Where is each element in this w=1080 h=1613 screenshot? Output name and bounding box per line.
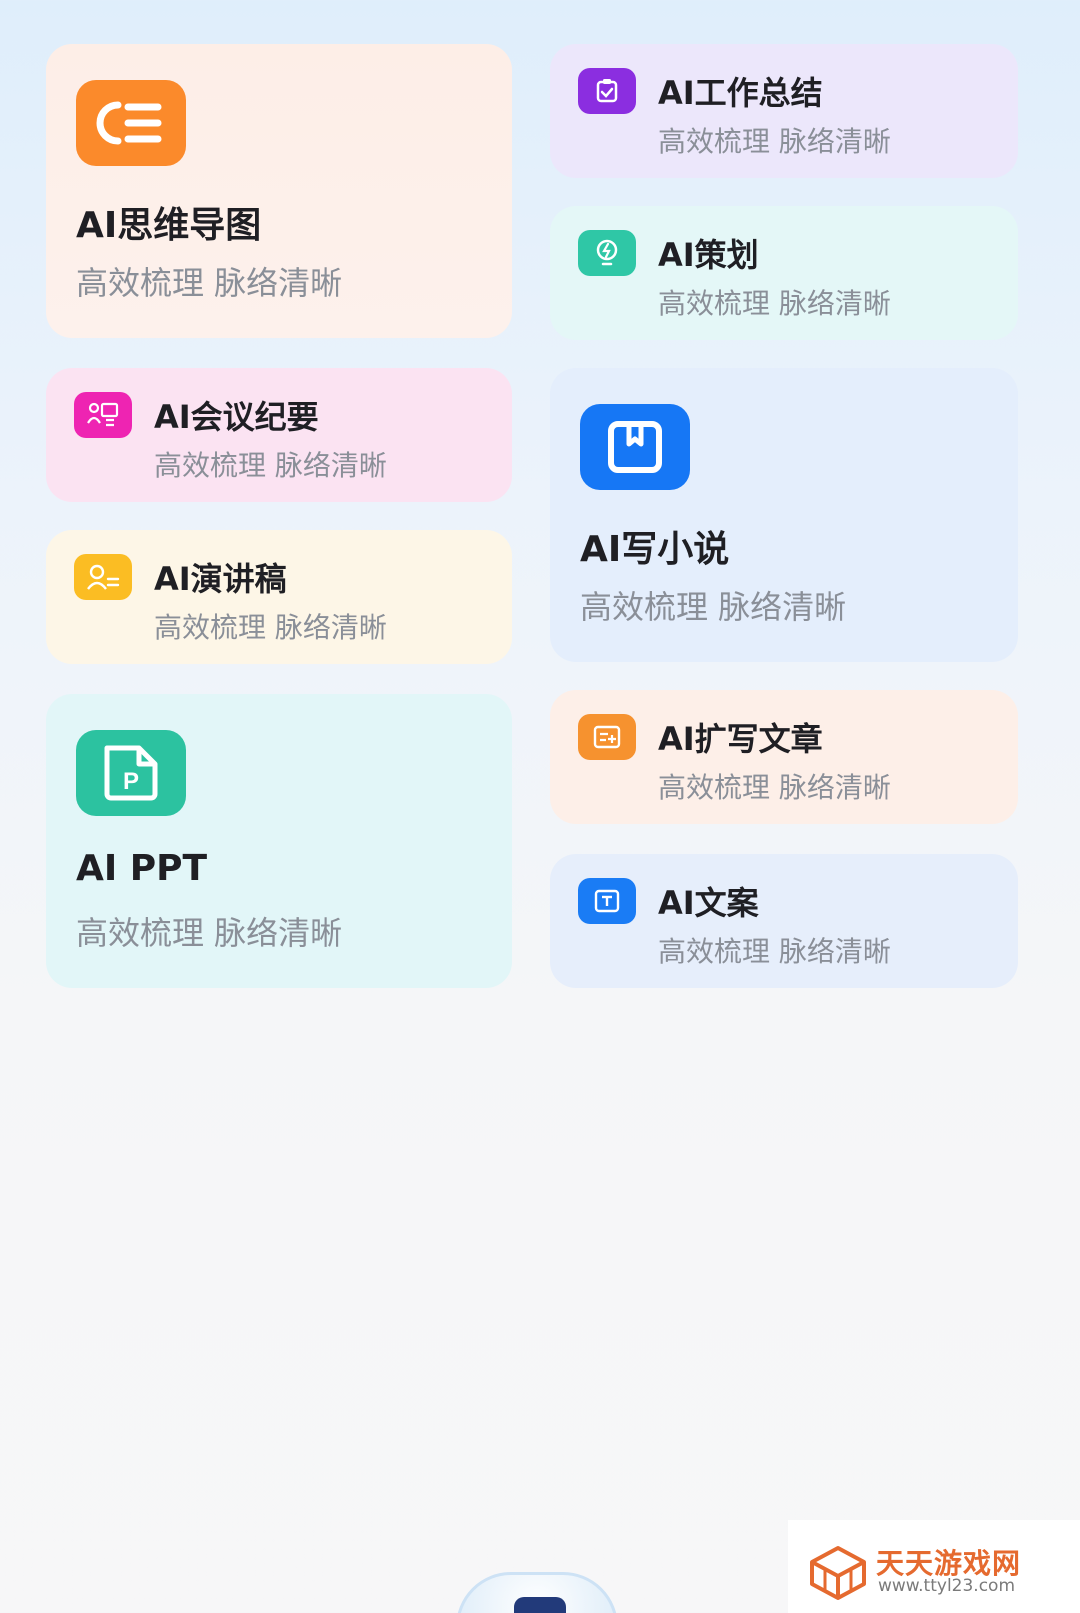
- card-title: AI PPT: [76, 848, 208, 889]
- card-subtitle: 高效梳理 脉络清晰: [154, 449, 387, 482]
- book-bookmark-icon: [580, 404, 690, 490]
- card-ai-work-summary[interactable]: AI工作总结 高效梳理 脉络清晰: [550, 44, 1018, 178]
- card-subtitle: 高效梳理 脉络清晰: [658, 125, 891, 158]
- card-ai-speech-draft[interactable]: AI演讲稿 高效梳理 脉络清晰: [46, 530, 512, 664]
- watermark-logo-icon: [808, 1544, 868, 1600]
- card-subtitle: 高效梳理 脉络清晰: [658, 771, 891, 804]
- card-title: AI扩写文章: [658, 720, 823, 758]
- card-ai-ppt[interactable]: P AI PPT 高效梳理 脉络清晰: [46, 694, 512, 988]
- card-title: AI思维导图: [76, 205, 262, 246]
- svg-text:P: P: [123, 768, 139, 795]
- card-subtitle: 高效梳理 脉络清晰: [658, 287, 891, 320]
- lightbulb-icon: [578, 230, 636, 276]
- card-ai-write-novel[interactable]: AI写小说 高效梳理 脉络清晰: [550, 368, 1018, 662]
- card-ai-expand-article[interactable]: AI扩写文章 高效梳理 脉络清晰: [550, 690, 1018, 824]
- card-ai-planning[interactable]: AI策划 高效梳理 脉络清晰: [550, 206, 1018, 340]
- robot-face-icon: [514, 1597, 566, 1613]
- card-subtitle: 高效梳理 脉络清晰: [76, 914, 343, 952]
- card-title: AI写小说: [580, 529, 730, 570]
- ppt-file-icon: P: [76, 730, 186, 816]
- card-title: AI演讲稿: [154, 560, 287, 598]
- card-ai-copywriting[interactable]: AI文案 高效梳理 脉络清晰: [550, 854, 1018, 988]
- watermark: 天天游戏网 www.ttyl23.com: [788, 1520, 1080, 1613]
- card-ai-mind-map[interactable]: AI思维导图 高效梳理 脉络清晰: [46, 44, 512, 338]
- clipboard-check-icon: [578, 68, 636, 114]
- card-subtitle: 高效梳理 脉络清晰: [658, 935, 891, 968]
- card-subtitle: 高效梳理 脉络清晰: [580, 588, 847, 626]
- watermark-url: www.ttyl23.com: [878, 1576, 1016, 1596]
- document-plus-icon: [578, 714, 636, 760]
- card-subtitle: 高效梳理 脉络清晰: [76, 264, 343, 302]
- speaker-icon: [74, 554, 132, 600]
- card-ai-meeting-minutes[interactable]: AI会议纪要 高效梳理 脉络清晰: [46, 368, 512, 502]
- list-icon: [76, 80, 186, 166]
- card-title: AI工作总结: [658, 74, 823, 112]
- card-subtitle: 高效梳理 脉络清晰: [154, 611, 387, 644]
- text-box-icon: [578, 878, 636, 924]
- card-title: AI策划: [658, 236, 759, 274]
- card-title: AI会议纪要: [154, 398, 319, 436]
- card-title: AI文案: [658, 884, 759, 922]
- presentation-icon: [74, 392, 132, 438]
- assistant-robot-button[interactable]: [456, 1572, 618, 1613]
